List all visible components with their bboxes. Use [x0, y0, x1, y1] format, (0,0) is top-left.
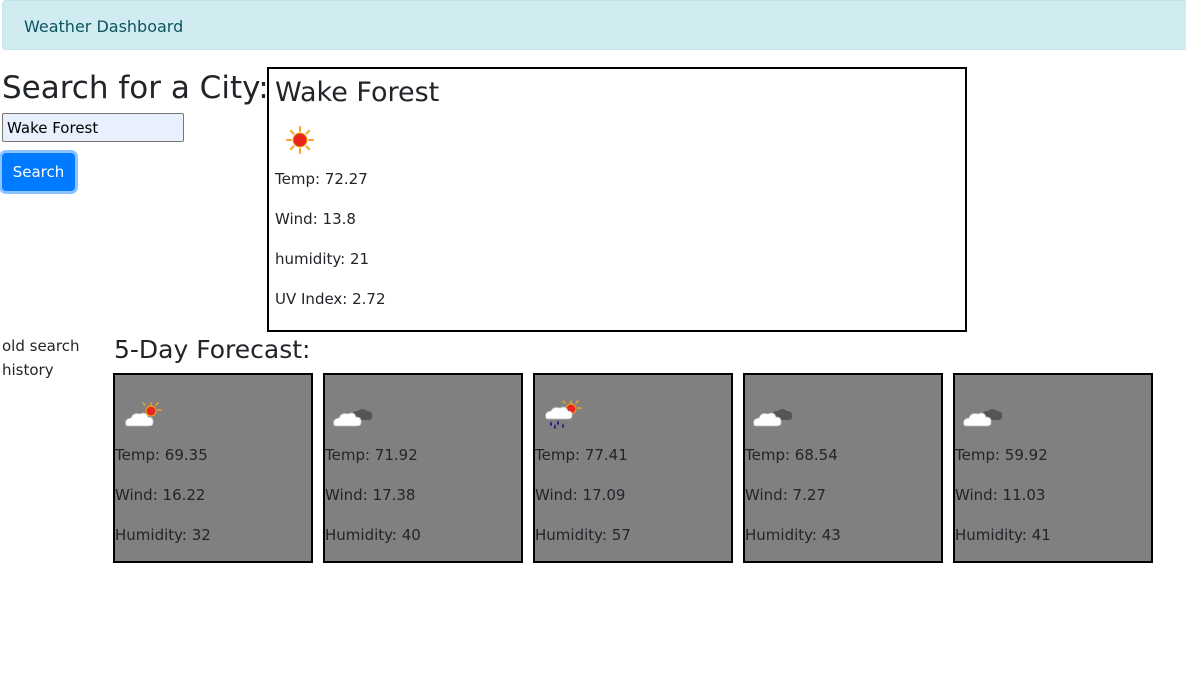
current-temp: Temp: 72.27 [275, 170, 368, 188]
navbar: Weather Dashboard [2, 0, 1186, 50]
forecast-humidity: Humidity: 41 [955, 526, 1051, 544]
forecast-temp: Temp: 71.92 [325, 446, 418, 464]
partly-cloudy-sun-icon [125, 402, 162, 427]
search-button[interactable]: Search [2, 153, 75, 191]
rain-sun-icon [545, 400, 582, 429]
forecast-card-day-1: Temp: 69.35 Wind: 16.22 Humidity: 32 [113, 373, 313, 563]
forecast-wind: Wind: 11.03 [955, 486, 1046, 504]
current-weather-panel: Wake Forest Temp: 72.27 Wind: 13.8 humid… [267, 67, 967, 332]
current-humidity: humidity: 21 [275, 250, 370, 268]
forecast-humidity: Humidity: 40 [325, 526, 421, 544]
forecast-humidity: Humidity: 32 [115, 526, 211, 544]
current-wind: Wind: 13.8 [275, 210, 356, 228]
sunny-icon [286, 126, 314, 154]
cloudy-icon [963, 409, 1003, 427]
current-uv-index: UV Index: 2.72 [275, 290, 386, 308]
forecast-card-day-2: Temp: 71.92 Wind: 17.38 Humidity: 40 [323, 373, 523, 563]
forecast-card-day-3: Temp: 77.41 Wind: 17.09 Humidity: 57 [533, 373, 733, 563]
forecast-temp: Temp: 77.41 [535, 446, 628, 464]
forecast-wind: Wind: 17.38 [325, 486, 416, 504]
cloudy-icon [753, 409, 793, 427]
forecast-temp: Temp: 68.54 [745, 446, 838, 464]
forecast-wind: Wind: 17.09 [535, 486, 626, 504]
search-heading: Search for a City: [2, 70, 269, 106]
forecast-humidity: Humidity: 57 [535, 526, 631, 544]
forecast-card-day-4: Temp: 68.54 Wind: 7.27 Humidity: 43 [743, 373, 943, 563]
forecast-card-day-5: Temp: 59.92 Wind: 11.03 Humidity: 41 [953, 373, 1153, 563]
city-search-input[interactable] [2, 113, 184, 142]
cloudy-icon [333, 409, 373, 427]
forecast-humidity: Humidity: 43 [745, 526, 841, 544]
forecast-wind: Wind: 16.22 [115, 486, 206, 504]
forecast-temp: Temp: 59.92 [955, 446, 1048, 464]
navbar-title: Weather Dashboard [24, 17, 184, 36]
current-city-name: Wake Forest [275, 77, 440, 108]
forecast-heading: 5-Day Forecast: [114, 335, 311, 364]
search-history-label: old search history [2, 337, 80, 379]
forecast-wind: Wind: 7.27 [745, 486, 826, 504]
forecast-temp: Temp: 69.35 [115, 446, 208, 464]
